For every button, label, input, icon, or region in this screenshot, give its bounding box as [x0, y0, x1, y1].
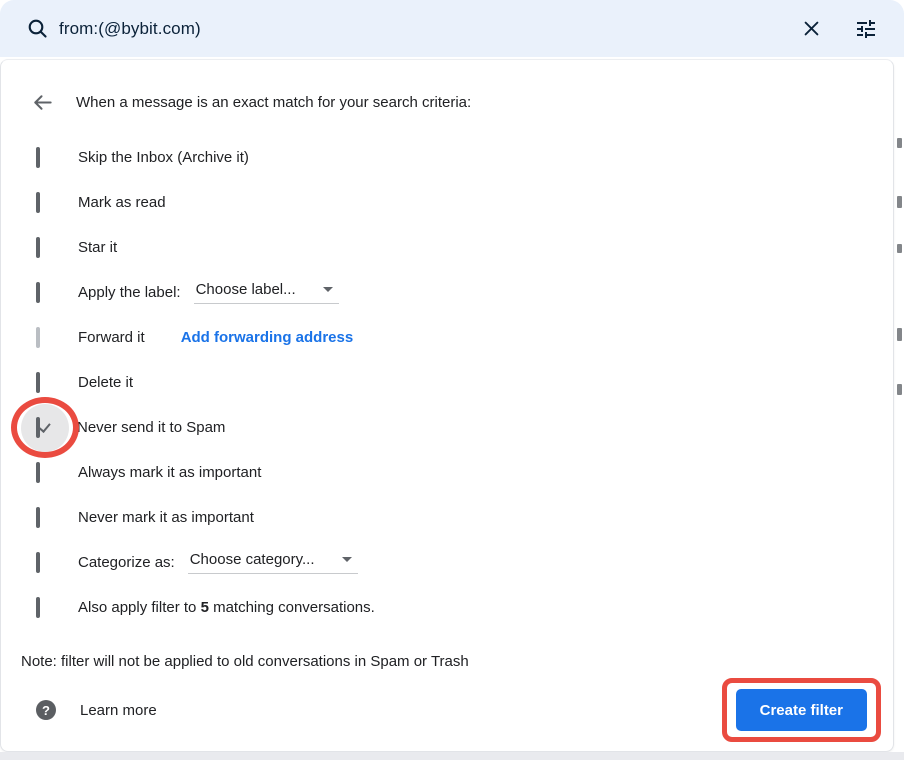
- red-annotation-box: Create filter: [722, 678, 881, 742]
- filter-action-row: Categorize as: Choose category...: [1, 540, 893, 585]
- background-content-fragment: [897, 244, 902, 253]
- background-content-fragment: [897, 384, 902, 395]
- search-options-icon[interactable]: [854, 17, 878, 41]
- action-label: Categorize as:: [78, 554, 175, 571]
- create-filter-button[interactable]: Create filter: [736, 689, 867, 731]
- search-bar: from:(@bybit.com): [0, 0, 904, 57]
- search-input[interactable]: from:(@bybit.com): [59, 19, 802, 39]
- dropdown-value: Choose label...: [196, 281, 296, 298]
- gmail-filter-dialog: from:(@bybit.com) When a message is an e…: [0, 0, 904, 760]
- filter-action-row: Star it: [1, 225, 893, 270]
- filter-action-row: Delete it: [1, 360, 893, 405]
- checkbox-forward-it[interactable]: [36, 327, 40, 348]
- dropdown-caret-icon: [323, 287, 333, 292]
- action-label: Never mark it as important: [78, 509, 254, 526]
- checkbox-star-it[interactable]: [36, 237, 40, 258]
- filter-action-row: Always mark it as important: [1, 450, 893, 495]
- checkbox-delete-it[interactable]: [36, 372, 40, 393]
- matching-count: 5: [201, 599, 209, 616]
- action-label: Mark as read: [78, 194, 166, 211]
- action-label: Apply the label:: [78, 284, 181, 301]
- filter-action-row: Skip the Inbox (Archive it): [1, 135, 893, 180]
- filter-action-row: Also apply filter to 5 matching conversa…: [1, 585, 893, 630]
- background-content-fragment: [897, 138, 902, 148]
- checkbox-always-important[interactable]: [36, 462, 40, 483]
- learn-more-label: Learn more: [80, 702, 157, 719]
- action-label: Also apply filter to 5 matching conversa…: [78, 599, 375, 616]
- search-icon[interactable]: [27, 18, 48, 39]
- background-content-fragment: [897, 328, 902, 341]
- checkbox-apply-to-matching[interactable]: [36, 597, 40, 618]
- filter-action-row: Forward it Add forwarding address: [1, 315, 893, 360]
- filter-options-panel: When a message is an exact match for you…: [0, 59, 894, 752]
- filter-action-row: Apply the label: Choose label...: [1, 270, 893, 315]
- choose-category-dropdown[interactable]: Choose category...: [188, 551, 358, 574]
- checkbox-mark-as-read[interactable]: [36, 192, 40, 213]
- action-label: Never send it to Spam: [77, 419, 225, 436]
- action-label: Forward it: [78, 329, 145, 346]
- learn-more-link[interactable]: ? Learn more: [36, 700, 157, 720]
- checkbox-never-important[interactable]: [36, 507, 40, 528]
- filter-action-row: Mark as read: [1, 180, 893, 225]
- choose-label-dropdown[interactable]: Choose label...: [194, 281, 339, 304]
- checkbox-skip-inbox[interactable]: [36, 147, 40, 168]
- help-icon: ?: [36, 700, 56, 720]
- dropdown-value: Choose category...: [190, 551, 315, 568]
- action-label: Star it: [78, 239, 117, 256]
- panel-title: When a message is an exact match for you…: [76, 94, 471, 111]
- checkbox-categorize-as[interactable]: [36, 552, 40, 573]
- background-content-fragment: [897, 196, 902, 208]
- checkbox-never-spam[interactable]: [36, 417, 40, 438]
- filter-action-row: Never mark it as important: [1, 495, 893, 540]
- back-arrow-icon[interactable]: [31, 91, 54, 114]
- page-background-strip: [0, 752, 904, 760]
- checkbox-apply-label[interactable]: [36, 282, 40, 303]
- dropdown-caret-icon: [342, 557, 352, 562]
- panel-header: When a message is an exact match for you…: [1, 80, 893, 125]
- add-forwarding-address-link[interactable]: Add forwarding address: [181, 329, 354, 346]
- panel-footer: ? Learn more Create filter: [1, 678, 893, 742]
- action-label: Always mark it as important: [78, 464, 261, 481]
- filter-action-row: Never send it to Spam: [1, 405, 893, 450]
- clear-search-icon[interactable]: [802, 19, 821, 38]
- action-label: Delete it: [78, 374, 133, 391]
- filter-note: Note: filter will not be applied to old …: [1, 646, 893, 676]
- action-label: Skip the Inbox (Archive it): [78, 149, 249, 166]
